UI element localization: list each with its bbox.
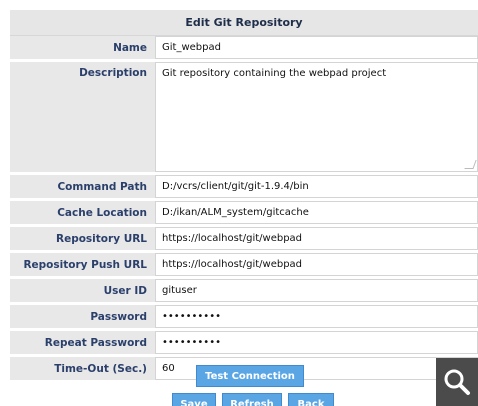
user-id-field[interactable] (155, 279, 478, 302)
command-path-label: Command Path (57, 180, 147, 193)
password-row: Password (10, 305, 478, 328)
repeat-password-field[interactable] (155, 331, 478, 354)
password-field[interactable] (155, 305, 478, 328)
edit-git-repository-panel: Edit Git Repository Name Description Git… (10, 10, 478, 406)
save-button[interactable]: Save (172, 393, 216, 406)
refresh-button[interactable]: Refresh (222, 393, 282, 406)
repeat-password-row: Repeat Password (10, 331, 478, 354)
repository-push-url-label: Repository Push URL (23, 258, 147, 271)
repository-url-row: Repository URL (10, 227, 478, 250)
repository-push-url-input[interactable] (158, 259, 477, 270)
repository-url-input[interactable] (158, 233, 477, 244)
name-row: Name (10, 36, 478, 59)
timeout-label: Time-Out (Sec.) (54, 362, 147, 375)
password-input[interactable] (158, 311, 477, 322)
command-path-input[interactable] (158, 181, 477, 192)
repository-push-url-row: Repository Push URL (10, 253, 478, 276)
repeat-password-label: Repeat Password (44, 336, 147, 349)
description-field[interactable]: Git repository containing the webpad pro… (155, 62, 478, 172)
panel-title: Edit Git Repository (10, 10, 478, 36)
command-path-field[interactable] (155, 175, 478, 198)
description-label: Description (79, 67, 147, 79)
command-path-row: Command Path (10, 175, 478, 198)
cache-location-field[interactable] (155, 201, 478, 224)
test-connection-button[interactable]: Test Connection (196, 365, 304, 387)
repository-form: Name Description Git repository containi… (10, 36, 478, 380)
name-field[interactable] (155, 36, 478, 59)
description-row: Description Git repository containing th… (10, 62, 478, 172)
magnifier-button[interactable] (436, 358, 478, 406)
description-textarea[interactable]: Git repository containing the webpad pro… (158, 63, 477, 171)
name-label: Name (113, 41, 147, 54)
repository-push-url-field[interactable] (155, 253, 478, 276)
user-id-label: User ID (103, 284, 147, 297)
cache-location-input[interactable] (158, 207, 477, 218)
user-id-row: User ID (10, 279, 478, 302)
user-id-input[interactable] (158, 285, 477, 296)
repository-url-label: Repository URL (56, 232, 147, 245)
repository-url-field[interactable] (155, 227, 478, 250)
password-label: Password (90, 310, 147, 323)
back-button[interactable]: Back (288, 393, 334, 406)
repeat-password-input[interactable] (158, 337, 477, 348)
cache-location-label: Cache Location (57, 206, 147, 219)
search-icon (444, 369, 470, 395)
name-input[interactable] (158, 42, 477, 53)
cache-location-row: Cache Location (10, 201, 478, 224)
